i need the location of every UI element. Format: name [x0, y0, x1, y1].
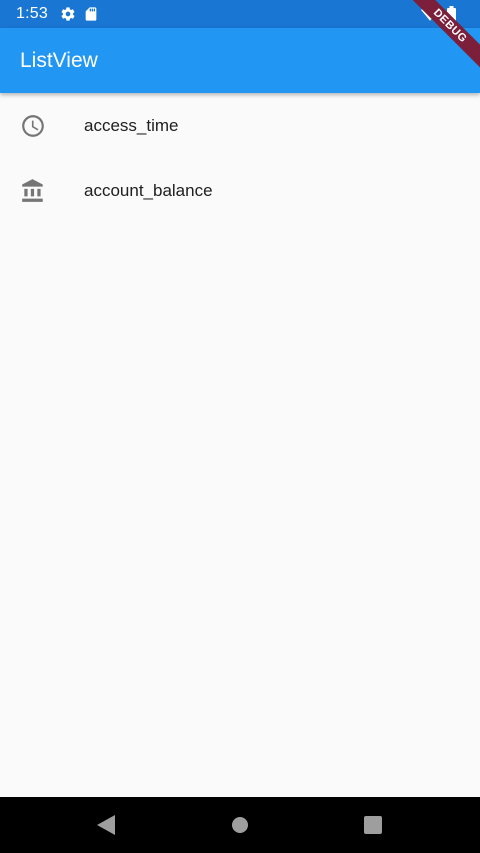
account-balance-icon — [20, 178, 46, 204]
back-icon[interactable] — [96, 815, 116, 835]
list-view: access_time account_balance — [0, 93, 480, 223]
page-title: ListView — [20, 48, 98, 72]
access-time-icon — [20, 113, 46, 139]
status-bar: 1:53 — [0, 0, 480, 28]
gear-icon — [60, 6, 76, 22]
navigation-bar — [0, 797, 480, 853]
home-icon[interactable] — [230, 815, 250, 835]
wifi-icon — [421, 6, 439, 22]
app-bar: ListView — [0, 28, 480, 93]
battery-icon — [447, 6, 456, 22]
list-item[interactable]: account_balance — [0, 158, 480, 223]
list-item-label: access_time — [84, 115, 179, 135]
status-right-icons — [421, 6, 456, 22]
screen: 1:53 ListView DEBUG access_time account_… — [0, 0, 480, 853]
status-left-icons — [60, 6, 98, 22]
recents-icon[interactable] — [363, 815, 383, 835]
list-item-label: account_balance — [84, 180, 213, 200]
sd-card-icon — [84, 6, 98, 22]
status-time: 1:53 — [16, 5, 48, 22]
list-item[interactable]: access_time — [0, 93, 480, 158]
